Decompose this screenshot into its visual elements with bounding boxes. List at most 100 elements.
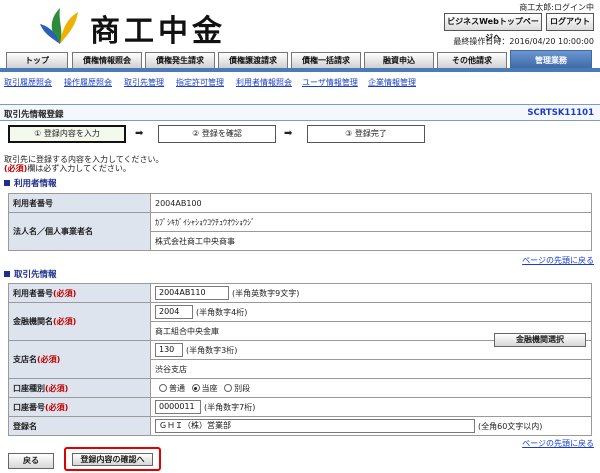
radio-ordinary-label: 普通 xyxy=(169,383,185,393)
bank-select-button[interactable]: 金融機関選択 xyxy=(494,333,586,347)
logout-button[interactable]: ログアウト xyxy=(546,13,594,31)
screen-code: SCRTSK11101 xyxy=(527,108,594,118)
step-complete: ③ 登録完了 xyxy=(307,125,425,143)
logo-mark-icon xyxy=(40,8,78,44)
company-name-kana: ｶﾌﾞｼｷｶﾞｲｼｬｼｮｳｺｳﾁｭｳｵｳｼｮｳｼﾞ xyxy=(150,212,592,232)
radio-current-label: 当座 xyxy=(201,383,218,393)
table-row: 金融機関名(必須) 2004 (半角数字4桁) xyxy=(8,302,592,341)
confirm-button-highlight: 登録内容の確認へ xyxy=(64,447,161,471)
page-top-link[interactable]: ページの先頭に戻る xyxy=(522,438,594,449)
table-row: 法人名／個人事業者名 ｶﾌﾞｼｷｶﾞｲｼｬｼｮｳｺｳﾁｭｳｵｳｼｮｳｼﾞ xyxy=(8,212,592,251)
subnav-company-info-management[interactable]: 企業情報管理 xyxy=(368,77,416,88)
tab-credit-issue[interactable]: 債権発生請求 xyxy=(145,52,215,68)
main-tabs: トップ 債権情報照会 債権発生請求 債権譲渡請求 債権一括請求 融資申込 その他… xyxy=(0,50,600,72)
registered-name-input[interactable]: ＧＨＩ（株）営業部 xyxy=(155,419,475,433)
registered-name-label: 登録名 xyxy=(8,416,151,436)
page-title-bar: 取引先情報登録 SCRTSK11101 xyxy=(0,104,600,121)
tab-credit-transfer[interactable]: 債権譲渡請求 xyxy=(218,52,288,68)
user-no-label: 利用者番号 xyxy=(8,193,151,213)
arrow-icon: ➡ xyxy=(284,128,293,139)
subnav-transaction-history[interactable]: 取引履歴照会 xyxy=(4,77,52,88)
client-user-no-label-text: 利用者番号 xyxy=(13,288,53,298)
section-user-info-heading: 利用者情報 xyxy=(14,179,57,189)
table-row: 登録名 ＧＨＩ（株）営業部 (全角60文字以内) xyxy=(8,416,592,436)
radio-ordinary[interactable] xyxy=(159,384,167,392)
client-user-no-input[interactable]: 2004AB110 xyxy=(155,286,229,300)
bank-code-cell: 2004 (半角数字4桁) xyxy=(150,302,592,322)
radio-special[interactable] xyxy=(224,384,233,392)
page-title: 取引先情報登録 xyxy=(4,110,64,120)
radio-current[interactable] xyxy=(191,384,200,392)
back-button[interactable]: 戻る xyxy=(8,453,54,469)
user-no-value: 2004AB100 xyxy=(150,193,592,213)
subnav-user-info-management[interactable]: ユーザ情報管理 xyxy=(302,77,358,88)
required-note-text: 欄は必ず入力してください。 xyxy=(27,164,131,173)
branch-code-input[interactable]: 130 xyxy=(155,343,183,357)
registered-name-cell: ＧＨＩ（株）営業部 (全角60文字以内) xyxy=(150,416,592,436)
required-mark: (必須) xyxy=(53,317,77,326)
subnav-user-info-inquiry[interactable]: 利用者情報照会 xyxy=(236,77,292,88)
logo: 商工中金 xyxy=(38,4,270,49)
required-mark: (必須) xyxy=(45,383,69,393)
table-row: 利用者番号 2004AB100 xyxy=(8,193,592,213)
client-user-no-cell: 2004AB110 (半角英数字9文字) xyxy=(150,283,592,303)
required-mark: (必須) xyxy=(37,355,61,364)
subnav-operation-history[interactable]: 操作履歴照会 xyxy=(64,77,112,88)
bank-name-label-text: 金融機関名 xyxy=(13,317,53,326)
section-client-info-heading: 取引先情報 xyxy=(14,270,57,280)
arrow-icon: ➡ xyxy=(135,128,144,139)
account-no-label-text: 口座番号 xyxy=(13,402,45,412)
account-type-label: 口座種別(必須) xyxy=(8,378,151,398)
table-row: 口座種別(必須) 普通 当座 別段 xyxy=(8,378,592,398)
company-name-label: 法人名／個人事業者名 xyxy=(8,212,151,251)
branch-name-label-text: 支店名 xyxy=(13,355,37,364)
table-row: 利用者番号(必須) 2004AB110 (半角英数字9文字) xyxy=(8,283,592,303)
square-bullet-icon xyxy=(4,180,10,186)
account-no-input[interactable]: 0000011 xyxy=(155,400,201,414)
subnav-client-management[interactable]: 取引先管理 xyxy=(124,77,164,88)
tab-other-requests[interactable]: その他請求 xyxy=(437,52,507,68)
tab-top[interactable]: トップ xyxy=(6,52,68,68)
bank-name-label: 金融機関名(必須) xyxy=(8,302,151,341)
branch-name-value: 渋谷支店 xyxy=(150,359,592,379)
account-no-cell: 0000011 (半角数字7桁) xyxy=(150,397,592,417)
confirm-button[interactable]: 登録内容の確認へ xyxy=(72,453,153,466)
registered-name-hint: (全角60文字以内) xyxy=(478,421,543,431)
account-type-cell: 普通 当座 別段 xyxy=(150,378,592,398)
user-info-table: 利用者番号 2004AB100 法人名／個人事業者名 ｶﾌﾞｼｷｶﾞｲｼｬｼｮｳ… xyxy=(8,193,592,251)
subnav-permission-management[interactable]: 指定許可管理 xyxy=(176,77,224,88)
user-status: 商工太郎:ログイン中 xyxy=(519,3,594,12)
branch-code-hint: (半角数字3桁) xyxy=(186,345,238,355)
required-mark: (必須) xyxy=(53,288,77,298)
branch-name-label: 支店名(必須) xyxy=(8,340,151,379)
sub-nav: 取引履歴照会 操作履歴照会 取引先管理 指定許可管理 利用者情報照会 ユーザ情報… xyxy=(0,76,600,90)
webtop-button[interactable]: ビジネスWebトップページへ xyxy=(444,13,542,42)
tab-credit-inquiry[interactable]: 債権情報照会 xyxy=(72,52,142,68)
last-operation-time: 最終操作日時：2016/04/20 10:00:00 xyxy=(453,37,594,46)
account-no-label: 口座番号(必須) xyxy=(8,397,151,417)
section-client-info: 取引先情報 xyxy=(4,268,57,280)
section-user-info: 利用者情報 xyxy=(4,177,57,189)
client-info-table: 利用者番号(必須) 2004AB110 (半角英数字9文字) 金融機関名(必須) … xyxy=(8,283,592,436)
client-user-no-hint: (半角英数字9文字) xyxy=(232,288,300,298)
logo-text: 商工中金 xyxy=(90,14,226,49)
radio-special-label: 別段 xyxy=(234,383,251,393)
bank-code-input[interactable]: 2004 xyxy=(155,305,193,319)
account-no-hint: (半角数字7桁) xyxy=(204,402,256,412)
company-name: 株式会社商工中央商事 xyxy=(150,231,592,251)
bank-code-hint: (半角数字4桁) xyxy=(196,307,248,317)
tab-loan-application[interactable]: 融資申込 xyxy=(364,52,434,68)
header: 商工中金 商工太郎:ログイン中 ビジネスWebトップページへ ログアウト 最終操… xyxy=(0,0,600,52)
step-input: ① 登録内容を入力 xyxy=(8,125,126,143)
client-user-no-label: 利用者番号(必須) xyxy=(8,283,151,303)
required-note: (必須)欄は必ず入力してください。 xyxy=(4,163,131,174)
step-confirm: ② 登録を確認 xyxy=(158,125,276,143)
tab-management[interactable]: 管理業務 xyxy=(510,50,592,68)
required-mark: (必須) xyxy=(45,402,69,412)
table-row: 口座番号(必須) 0000011 (半角数字7桁) xyxy=(8,397,592,417)
required-mark: (必須) xyxy=(4,164,28,173)
tab-credit-bulk[interactable]: 債権一括請求 xyxy=(291,52,361,68)
account-type-label-text: 口座種別 xyxy=(13,383,45,393)
page-top-link[interactable]: ページの先頭に戻る xyxy=(522,255,594,266)
square-bullet-icon xyxy=(4,271,10,277)
